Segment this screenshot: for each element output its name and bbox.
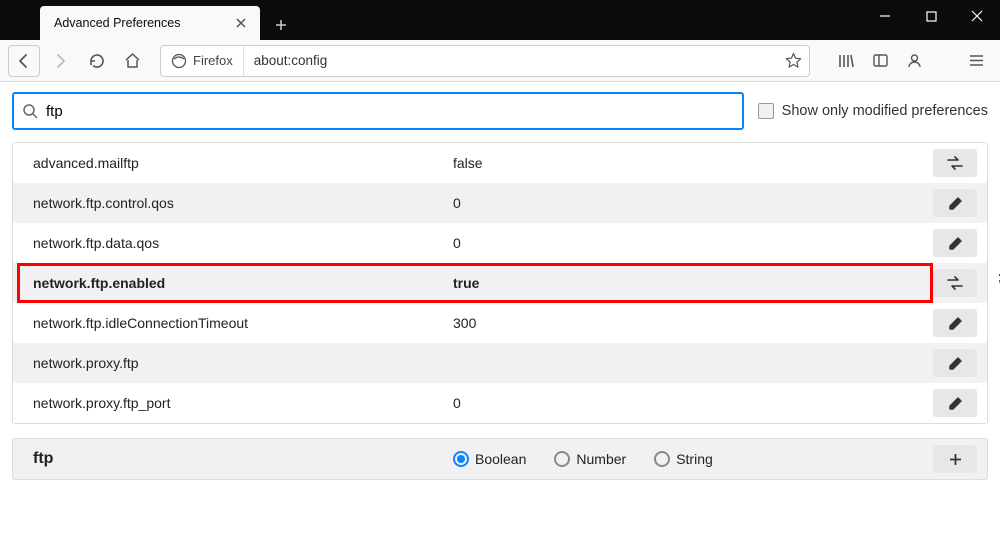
- checkbox-icon: [758, 103, 774, 119]
- toggle-button[interactable]: [933, 269, 977, 297]
- radio-icon: [554, 451, 570, 467]
- pref-search-input[interactable]: [38, 103, 734, 120]
- edit-button[interactable]: [933, 189, 977, 217]
- hamburger-menu-icon[interactable]: [960, 45, 992, 77]
- pref-name: network.proxy.ftp: [13, 355, 453, 371]
- pref-name: network.ftp.control.qos: [13, 195, 453, 211]
- forward-button: [44, 45, 76, 77]
- nav-toolbar: Firefox about:config: [0, 40, 1000, 82]
- add-pref-button[interactable]: [933, 445, 977, 473]
- minimize-button[interactable]: [862, 0, 908, 32]
- library-icon[interactable]: [830, 45, 862, 77]
- pref-value: true: [453, 275, 933, 291]
- identity-box[interactable]: Firefox: [161, 46, 244, 76]
- about-config-content: Show only modified preferences advanced.…: [0, 82, 1000, 490]
- add-pref-name: ftp: [13, 450, 453, 468]
- titlebar: Advanced Preferences: [0, 0, 1000, 40]
- browser-tab[interactable]: Advanced Preferences: [40, 6, 260, 40]
- pref-name: network.proxy.ftp_port: [13, 395, 453, 411]
- window-controls: [862, 0, 1000, 40]
- identity-label: Firefox: [193, 53, 233, 68]
- home-button[interactable]: [116, 45, 148, 77]
- reload-button[interactable]: [80, 45, 112, 77]
- radio-label: Boolean: [475, 451, 526, 467]
- pref-value: 300: [453, 315, 933, 331]
- pref-value: 0: [453, 235, 933, 251]
- add-pref-type-radios: Boolean Number String: [453, 451, 713, 467]
- new-tab-button[interactable]: [266, 10, 296, 40]
- add-pref-row: ftp Boolean Number String: [12, 438, 988, 480]
- search-icon: [22, 103, 38, 119]
- radio-icon: [453, 451, 469, 467]
- edit-button[interactable]: [933, 309, 977, 337]
- prefs-table: advanced.mailftpfalsenetwork.ftp.control…: [12, 142, 988, 424]
- bookmark-star-icon[interactable]: [777, 52, 809, 69]
- edit-button[interactable]: [933, 349, 977, 377]
- pref-name: network.ftp.data.qos: [13, 235, 453, 251]
- radio-label: String: [676, 451, 713, 467]
- radio-icon: [654, 451, 670, 467]
- back-button[interactable]: [8, 45, 40, 77]
- pref-row[interactable]: network.ftp.data.qos0: [13, 223, 987, 263]
- firefox-icon: [171, 53, 187, 69]
- sidebar-icon[interactable]: [864, 45, 896, 77]
- account-icon[interactable]: [898, 45, 930, 77]
- type-radio-string[interactable]: String: [654, 451, 713, 467]
- pref-row[interactable]: advanced.mailftpfalse: [13, 143, 987, 183]
- pref-name: advanced.mailftp: [13, 155, 453, 171]
- pref-value: false: [453, 155, 933, 171]
- toggle-button[interactable]: [933, 149, 977, 177]
- url-text: about:config: [244, 53, 777, 68]
- edit-button[interactable]: [933, 229, 977, 257]
- type-radio-number[interactable]: Number: [554, 451, 626, 467]
- pref-name: network.ftp.idleConnectionTimeout: [13, 315, 453, 331]
- url-bar[interactable]: Firefox about:config: [160, 45, 810, 77]
- tab-title: Advanced Preferences: [54, 16, 232, 30]
- window-close-button[interactable]: [954, 0, 1000, 32]
- pref-search-box[interactable]: [12, 92, 744, 130]
- pref-name: network.ftp.enabled: [13, 275, 453, 291]
- pref-row[interactable]: network.proxy.ftp: [13, 343, 987, 383]
- type-radio-boolean[interactable]: Boolean: [453, 451, 526, 467]
- show-modified-checkbox[interactable]: Show only modified preferences: [758, 103, 988, 119]
- tab-close-icon[interactable]: [232, 14, 250, 32]
- radio-label: Number: [576, 451, 626, 467]
- pref-row[interactable]: network.ftp.control.qos0: [13, 183, 987, 223]
- pref-value: 0: [453, 395, 933, 411]
- show-modified-label: Show only modified preferences: [782, 103, 988, 119]
- edit-button[interactable]: [933, 389, 977, 417]
- maximize-button[interactable]: [908, 0, 954, 32]
- pref-row[interactable]: network.ftp.idleConnectionTimeout300: [13, 303, 987, 343]
- pref-row[interactable]: network.ftp.enabledtrue: [13, 263, 987, 303]
- pref-value: 0: [453, 195, 933, 211]
- pref-row[interactable]: network.proxy.ftp_port0: [13, 383, 987, 423]
